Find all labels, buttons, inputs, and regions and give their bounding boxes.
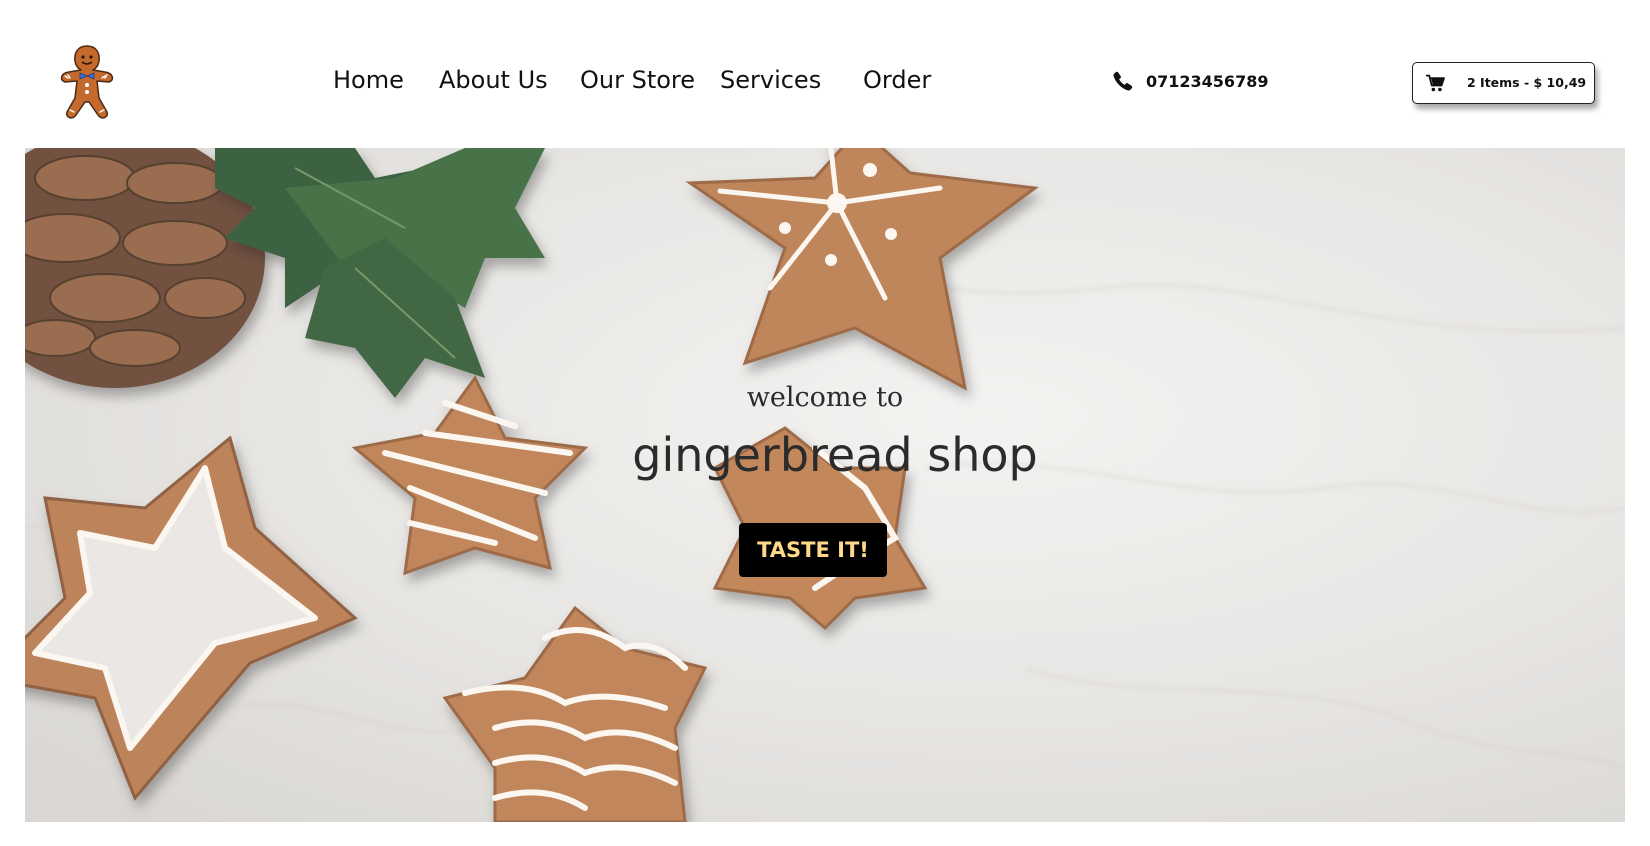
cart-button[interactable]: 2 Items - $ 10,49 <box>1412 62 1595 104</box>
phone-icon <box>1113 71 1133 91</box>
hero-banner: welcome to gingerbread shop TASTE IT! <box>25 148 1625 822</box>
nav-about-us[interactable]: About Us <box>439 66 548 94</box>
hero-title: gingerbread shop <box>632 428 1038 482</box>
gingerbread-man-icon[interactable] <box>55 40 119 120</box>
nav-our-store[interactable]: Our Store <box>580 66 695 94</box>
phone-contact[interactable]: 07123456789 <box>1112 70 1268 92</box>
phone-number[interactable]: 07123456789 <box>1146 72 1268 91</box>
cart-summary: 2 Items - $ 10,49 <box>1467 75 1587 90</box>
taste-it-button[interactable]: TASTE IT! <box>739 523 887 577</box>
nav-services[interactable]: Services <box>720 66 821 94</box>
cart-icon <box>1426 74 1445 92</box>
nav-home[interactable]: Home <box>333 66 404 94</box>
hero-welcome-text: welcome to <box>746 382 904 413</box>
site-header: Home About Us Our Store Services Order 0… <box>0 0 1650 148</box>
nav-order[interactable]: Order <box>863 66 931 94</box>
hero-image <box>25 148 1625 822</box>
